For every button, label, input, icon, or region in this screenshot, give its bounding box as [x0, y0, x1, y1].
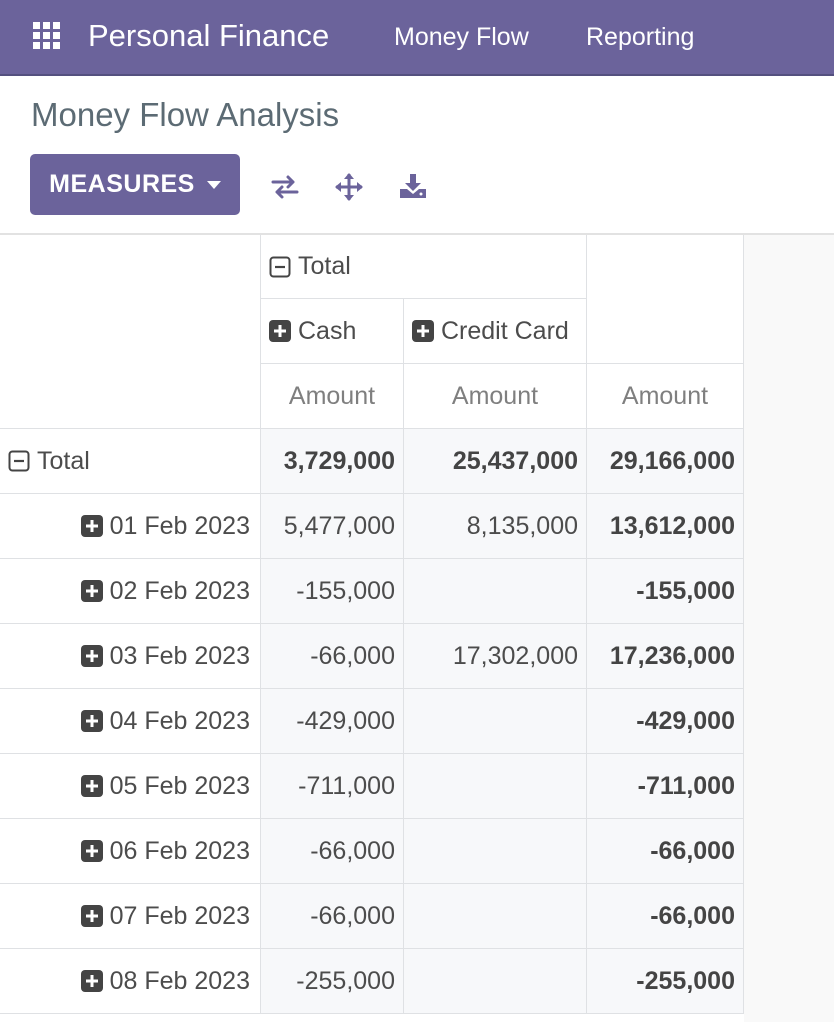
row-header-date[interactable]: 06 Feb 2023 [0, 819, 261, 884]
menu-reporting[interactable]: Reporting [586, 23, 694, 52]
credit-card-cell[interactable] [404, 754, 587, 819]
menu-money-flow[interactable]: Money Flow [394, 23, 529, 52]
credit-card-cell[interactable]: 8,135,000 [404, 494, 587, 559]
col-header-credit-card[interactable]: Credit Card [404, 299, 587, 364]
measure-header[interactable]: Amount [404, 364, 587, 429]
row-total-cell[interactable]: -255,000 [587, 949, 744, 1014]
measures-button[interactable]: MEASURES [30, 154, 240, 215]
measure-header[interactable]: Amount [587, 364, 744, 429]
cash-cell[interactable]: -155,000 [261, 559, 404, 624]
expand-all-icon[interactable] [334, 172, 364, 202]
credit-card-cell[interactable] [404, 689, 587, 754]
col-header-total-label: Total [298, 252, 351, 280]
credit-card-cell[interactable] [404, 949, 587, 1014]
cash-cell[interactable]: -255,000 [261, 949, 404, 1014]
credit-card-cell[interactable] [404, 819, 587, 884]
row-header-date[interactable]: 03 Feb 2023 [0, 624, 261, 689]
collapse-icon [269, 256, 291, 277]
row-header-date[interactable]: 02 Feb 2023 [0, 559, 261, 624]
row-header-date-label: 04 Feb 2023 [109, 706, 250, 735]
cash-cell[interactable]: -429,000 [261, 689, 404, 754]
pivot-corner [0, 235, 261, 429]
expand-icon [80, 905, 103, 927]
row-header-date[interactable]: 05 Feb 2023 [0, 754, 261, 819]
expand-icon [80, 970, 103, 992]
expand-icon [412, 320, 434, 342]
credit-card-cell[interactable] [404, 884, 587, 949]
grid-apps-icon[interactable] [33, 22, 61, 50]
row-header-date-label: 06 Feb 2023 [109, 836, 250, 865]
expand-icon [80, 775, 103, 797]
expand-icon [80, 580, 103, 602]
cash-cell[interactable]: -66,000 [261, 624, 404, 689]
row-header-date[interactable]: 04 Feb 2023 [0, 689, 261, 754]
row-total-cell[interactable]: -66,000 [587, 884, 744, 949]
row-total-cell[interactable]: 13,612,000 [587, 494, 744, 559]
row-header-date-label: 01 Feb 2023 [109, 511, 250, 540]
credit-card-cell[interactable] [404, 559, 587, 624]
cash-cell[interactable]: 5,477,000 [261, 494, 404, 559]
expand-icon [80, 710, 103, 732]
row-total-cell[interactable]: -711,000 [587, 754, 744, 819]
col-header-total-blank [587, 235, 744, 364]
row-total-cell[interactable]: -155,000 [587, 559, 744, 624]
expand-icon [80, 515, 103, 537]
row-header-date-label: 07 Feb 2023 [109, 901, 250, 930]
cash-cell[interactable]: -66,000 [261, 884, 404, 949]
page-title: Money Flow Analysis [31, 96, 340, 133]
total-credit-card-cell[interactable]: 25,437,000 [404, 429, 587, 494]
collapse-icon [8, 450, 30, 472]
row-header-date-label: 08 Feb 2023 [109, 966, 250, 995]
pivot-right-margin [744, 235, 834, 1022]
row-header-date[interactable]: 07 Feb 2023 [0, 884, 261, 949]
caret-down-icon [206, 180, 221, 189]
row-total-cell[interactable]: -429,000 [587, 689, 744, 754]
col-header-cash-label: Cash [298, 316, 357, 345]
expand-icon [80, 645, 103, 667]
row-header-date-label: 05 Feb 2023 [109, 771, 250, 800]
col-header-total[interactable]: Total [261, 235, 587, 299]
row-header-total-label: Total [37, 446, 90, 475]
top-navbar: Personal Finance Money Flow Reporting [0, 0, 834, 76]
row-total-cell[interactable]: 17,236,000 [587, 624, 744, 689]
measures-label: MEASURES [49, 170, 195, 198]
col-header-credit-card-label: Credit Card [441, 316, 569, 345]
download-icon[interactable] [398, 172, 428, 202]
cash-cell[interactable]: -711,000 [261, 754, 404, 819]
row-header-date[interactable]: 01 Feb 2023 [0, 494, 261, 559]
expand-icon [269, 320, 291, 342]
col-header-cash[interactable]: Cash [261, 299, 404, 364]
row-header-date[interactable]: 08 Feb 2023 [0, 949, 261, 1014]
expand-icon [80, 840, 103, 862]
row-header-total[interactable]: Total [0, 429, 261, 494]
grand-total-cell[interactable]: 29,166,000 [587, 429, 744, 494]
cash-cell[interactable]: -66,000 [261, 819, 404, 884]
total-cash-cell[interactable]: 3,729,000 [261, 429, 404, 494]
measure-header[interactable]: Amount [261, 364, 404, 429]
row-total-cell[interactable]: -66,000 [587, 819, 744, 884]
credit-card-cell[interactable]: 17,302,000 [404, 624, 587, 689]
flip-axis-icon[interactable] [270, 172, 300, 202]
row-header-date-label: 02 Feb 2023 [109, 576, 250, 605]
row-header-date-label: 03 Feb 2023 [109, 641, 250, 670]
app-brand[interactable]: Personal Finance [88, 18, 329, 54]
